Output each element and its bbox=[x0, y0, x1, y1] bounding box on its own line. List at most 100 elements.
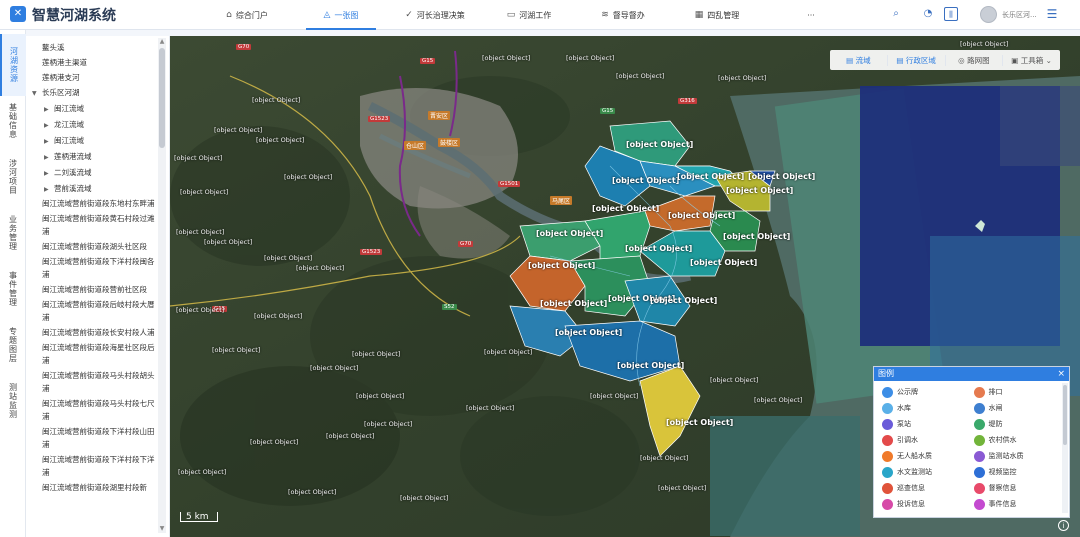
village-label: [object Object] bbox=[482, 54, 531, 62]
user-name[interactable]: 长乐区河... bbox=[1002, 10, 1037, 20]
tree-label: 二刘溪流域 bbox=[54, 168, 92, 177]
legend-item[interactable]: 无人船水质 bbox=[882, 449, 970, 463]
legend-item[interactable]: 泵站 bbox=[882, 417, 970, 431]
legend-item[interactable]: 水库 bbox=[882, 401, 970, 415]
tree-item-river[interactable]: 闽江流域营前街道段黄石村段过滩浦 bbox=[26, 212, 169, 238]
tab-river-projects[interactable]: 涉河项目 bbox=[0, 146, 26, 208]
legend-label: 视频监控 bbox=[988, 468, 1017, 476]
nav-portal[interactable]: ⌂ 综合门户 bbox=[200, 0, 294, 30]
tool-toolbox[interactable]: ▣ 工具箱 ⌄ bbox=[1003, 55, 1060, 66]
legend-item[interactable]: 事件信息 bbox=[973, 497, 1062, 511]
scroll-up-icon[interactable]: ▲ bbox=[158, 38, 166, 46]
tab-thematic-layers[interactable]: 专题图层 bbox=[0, 314, 26, 376]
tree-item-river[interactable]: 闽江流域营前街道段东地村东畔浦 bbox=[26, 197, 169, 210]
tree-item-river[interactable]: 闽江流域营前街道段海星社区段后浦 bbox=[26, 341, 169, 367]
village-label: [object Object] bbox=[356, 392, 405, 400]
legend-label: 水文监测站 bbox=[897, 468, 932, 476]
legend-item[interactable]: 农村供水 bbox=[973, 433, 1062, 447]
town-label: [object Object] bbox=[650, 296, 718, 305]
tree-item-river[interactable]: 闽江流域营前街道段马头村段胡头浦 bbox=[26, 369, 169, 395]
nav-work[interactable]: ▭ 河湖工作 bbox=[482, 0, 576, 30]
tree-item-basin[interactable]: ▶ 龙江流域 bbox=[26, 117, 169, 133]
road-tag: G70 bbox=[458, 241, 474, 247]
legend-item[interactable]: 投诉信息 bbox=[882, 497, 970, 511]
legend-item[interactable]: 引调水 bbox=[882, 433, 970, 447]
main-nav: ⌂ 综合门户 ◬ 一张图 ✓ 河长治理决策 ▭ 河湖工作 ≋ 督导督办 ▦ 四乱管理 ··· bbox=[200, 0, 858, 30]
tree-item-river[interactable]: 闽江流域营前街道段营前社区段 bbox=[26, 283, 169, 296]
tree-item-basin[interactable]: ▶ 二刘溪流域 bbox=[26, 165, 169, 181]
nav-more[interactable]: ··· bbox=[764, 0, 858, 30]
tool-label: 路网图 bbox=[967, 55, 990, 65]
village-label: [object Object] bbox=[256, 136, 305, 144]
tree-item[interactable]: 莲柄港支河 bbox=[26, 70, 169, 85]
tab-basic-info[interactable]: 基础信息 bbox=[0, 90, 26, 152]
tab-business[interactable]: 业务管理 bbox=[0, 202, 26, 264]
legend-label: 投诉信息 bbox=[897, 500, 925, 508]
map-icon: ◬ bbox=[323, 10, 331, 20]
tree-scrollbar[interactable]: ▲ ▼ bbox=[158, 38, 166, 533]
nav-decision[interactable]: ✓ 河长治理决策 bbox=[388, 0, 482, 30]
legend-item[interactable]: 公示牌 bbox=[882, 385, 970, 399]
tab-river-resources[interactable]: 河湖资源 bbox=[0, 34, 26, 96]
scroll-down-icon[interactable]: ▼ bbox=[158, 525, 166, 533]
tree-item[interactable]: 莲柄港主渠道 bbox=[26, 55, 169, 70]
nav-supervise[interactable]: ≋ 督导督办 bbox=[576, 0, 670, 30]
tree-item-basin[interactable]: ▶ 营前溪流域 bbox=[26, 181, 169, 197]
water-intake-icon bbox=[882, 434, 893, 446]
legend-item[interactable]: 水闸 bbox=[973, 401, 1062, 415]
town-label: [object Object] bbox=[540, 299, 608, 308]
close-icon[interactable]: × bbox=[1057, 367, 1065, 381]
town-label: [object Object] bbox=[536, 229, 604, 238]
tree-item-river[interactable]: 闽江流域营前街道段下洋村段山田浦 bbox=[26, 425, 169, 451]
drone-icon bbox=[882, 450, 893, 462]
village-label: [object Object] bbox=[214, 126, 263, 134]
nav-four-chaos[interactable]: ▦ 四乱管理 bbox=[670, 0, 764, 30]
village-label: [object Object] bbox=[658, 484, 707, 492]
bell-icon[interactable]: ◔ bbox=[921, 7, 935, 21]
tab-events[interactable]: 事件管理 bbox=[0, 258, 26, 320]
tree-item[interactable]: 鳌头溪 bbox=[26, 40, 169, 55]
legend-item[interactable]: 视频监控 bbox=[973, 465, 1062, 479]
avatar[interactable] bbox=[980, 6, 997, 23]
legend-item[interactable]: 巡查信息 bbox=[882, 481, 970, 495]
tool-admin-region[interactable]: ▤ 行政区域 bbox=[888, 54, 946, 66]
dashboard-icon[interactable]: ⫼ bbox=[944, 7, 958, 21]
tree-item-river[interactable]: 闽江流域营前街道段湖里村段新 bbox=[26, 481, 169, 494]
tab-stations[interactable]: 测站监测 bbox=[0, 370, 26, 432]
legend-item[interactable]: 堤防 bbox=[973, 417, 1062, 431]
village-label: [object Object] bbox=[296, 264, 345, 272]
legend-scrollbar[interactable] bbox=[1062, 383, 1068, 513]
tree-item-river[interactable]: 闽江流域营前街道段下洋村段下洋浦 bbox=[26, 453, 169, 479]
monitor-icon bbox=[973, 450, 985, 462]
info-icon[interactable]: i bbox=[1058, 520, 1069, 531]
village-label: [object Object] bbox=[960, 40, 1009, 48]
tree-item-basin[interactable]: ▶ 闽江流域 bbox=[26, 133, 169, 149]
legend-label: 水闸 bbox=[988, 404, 1003, 412]
legend-item[interactable]: 排口 bbox=[973, 385, 1062, 399]
district-tag: 晋安区 bbox=[428, 111, 451, 120]
supervise-icon bbox=[973, 482, 985, 494]
village-label: [object Object] bbox=[364, 420, 413, 428]
tool-basin[interactable]: ▤ 流域 bbox=[830, 54, 888, 66]
legend-item[interactable]: 水文监测站 bbox=[882, 465, 970, 479]
tree-item-river[interactable]: 闽江流域营前街道段湖头社区段 bbox=[26, 240, 169, 253]
tree-item-district[interactable]: ▼ 长乐区河湖 bbox=[26, 85, 169, 101]
scroll-thumb[interactable] bbox=[159, 48, 165, 148]
search-icon[interactable]: ⌕ bbox=[889, 7, 903, 21]
legend-item[interactable]: 督察信息 bbox=[973, 481, 1062, 495]
legend-item[interactable]: 监测站水质 bbox=[973, 449, 1062, 463]
legend-label: 巡查信息 bbox=[897, 484, 925, 492]
map-canvas[interactable]: G70 G1523 G15 G316 G1501 G1523 G70 S52 G… bbox=[170, 36, 1080, 537]
menu-icon[interactable]: ☰ bbox=[1045, 7, 1059, 21]
town-label: [object Object] bbox=[528, 261, 596, 270]
nav-one-map[interactable]: ◬ 一张图 bbox=[294, 0, 388, 30]
tree-item-basin[interactable]: ▶ 闽江流域 bbox=[26, 101, 169, 117]
legend-items: 公示牌 排口 水库 水闸泵站 堤防 引调水 农村供水 无人船水质 监测站水质水文监测站 视频监控巡… bbox=[874, 381, 1069, 515]
village-label: [object Object] bbox=[310, 364, 359, 372]
tree-item-river[interactable]: 闽江流域营前街道段长安村段人浦 bbox=[26, 326, 169, 339]
tree-item-river[interactable]: 闽江流域营前街道段下洋村段闽各浦 bbox=[26, 255, 169, 281]
tree-item-river[interactable]: 闽江流域营前街道段马头村段七尺浦 bbox=[26, 397, 169, 423]
tree-item-basin[interactable]: ▶ 莲柄港流域 bbox=[26, 149, 169, 165]
tool-road-network[interactable]: ◎ 路网图 bbox=[946, 54, 1004, 66]
tree-item-river[interactable]: 闽江流域营前街道段后岐村段大厝浦 bbox=[26, 298, 169, 324]
